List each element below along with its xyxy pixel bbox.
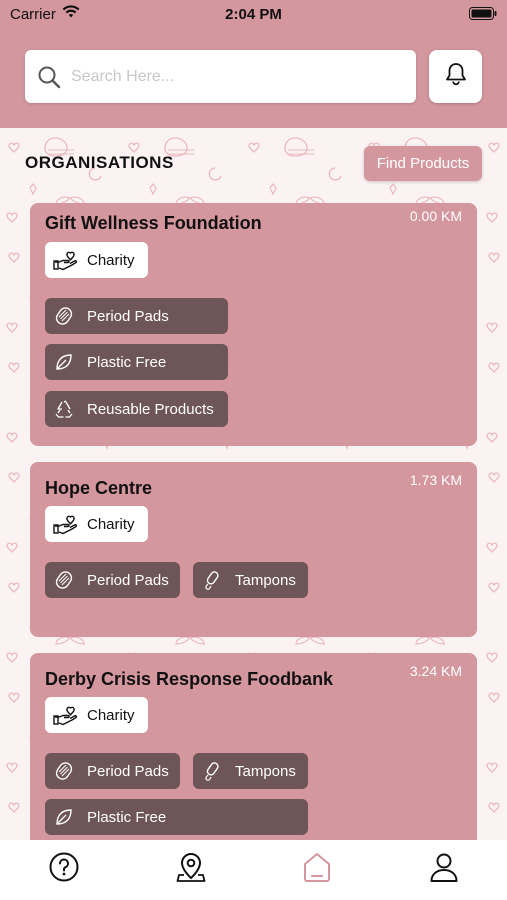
tag-tampons: Tampons <box>193 753 308 789</box>
tag-label: Period Pads <box>87 762 169 780</box>
org-type-label: Charity <box>87 251 135 269</box>
pad-icon <box>54 305 76 327</box>
tag-label: Plastic Free <box>87 353 167 371</box>
org-type-badge: Charity <box>45 242 148 278</box>
pad-icon <box>54 569 76 591</box>
tag-period-pads: Period Pads <box>45 562 180 598</box>
tag-label: Plastic Free <box>87 808 167 826</box>
tab-profile[interactable] <box>427 852 461 886</box>
heart-hand-icon <box>53 511 79 537</box>
tampon-icon <box>202 760 224 782</box>
tag-plastic-free: Plastic Free <box>45 344 228 380</box>
tag-plastic-free: Plastic Free <box>45 799 308 835</box>
pad-icon <box>54 760 76 782</box>
tab-help[interactable] <box>47 852 81 886</box>
org-distance: 0.00 KM <box>409 208 462 224</box>
tab-bar <box>0 840 507 900</box>
header <box>0 28 507 128</box>
tag-label: Tampons <box>235 571 296 589</box>
notifications-button[interactable] <box>429 50 482 103</box>
status-bar: Carrier 2:04 PM <box>0 0 507 28</box>
find-products-button[interactable]: Find Products <box>364 146 482 181</box>
org-name: Hope Centre <box>45 478 153 498</box>
tag-tampons: Tampons <box>193 562 308 598</box>
org-card[interactable]: Derby Crisis Response Foodbank 3.24 KM C… <box>30 653 477 843</box>
search-icon <box>37 64 63 90</box>
location-pin-icon <box>176 851 206 888</box>
home-icon <box>302 851 332 888</box>
org-name: Gift Wellness Foundation <box>45 213 262 233</box>
org-type-label: Charity <box>87 706 135 724</box>
org-distance: 3.24 KM <box>409 663 462 679</box>
org-type-label: Charity <box>87 515 135 533</box>
tag-label: Period Pads <box>87 571 169 589</box>
org-type-badge: Charity <box>45 697 148 733</box>
clock: 2:04 PM <box>225 6 282 23</box>
help-icon <box>48 851 80 888</box>
search-input[interactable] <box>69 66 393 87</box>
org-card[interactable]: Hope Centre 1.73 KM Charity Period Pads … <box>30 462 477 637</box>
tag-label: Reusable Products <box>87 400 214 418</box>
org-name: Derby Crisis Response Foodbank <box>45 669 334 689</box>
tab-home[interactable] <box>300 852 334 886</box>
section-title: ORGANISATIONS <box>25 153 174 172</box>
leaf-icon <box>54 351 76 373</box>
tag-label: Period Pads <box>87 307 169 325</box>
org-distance: 1.73 KM <box>409 472 462 488</box>
leaf-icon <box>54 806 76 828</box>
tab-map[interactable] <box>174 852 208 886</box>
tag-period-pads: Period Pads <box>45 298 228 334</box>
tag-reusable-products: Reusable Products <box>45 391 228 427</box>
tag-period-pads: Period Pads <box>45 753 180 789</box>
battery-icon <box>469 7 497 24</box>
tampon-icon <box>202 569 224 591</box>
tag-label: Tampons <box>235 762 296 780</box>
org-type-badge: Charity <box>45 506 148 542</box>
org-card[interactable]: Gift Wellness Foundation 0.00 KM Charity… <box>30 203 477 446</box>
search-box[interactable] <box>25 50 416 103</box>
recycle-icon <box>54 398 76 420</box>
heart-hand-icon <box>53 247 79 273</box>
profile-icon <box>429 851 459 888</box>
bell-icon <box>445 62 467 91</box>
heart-hand-icon <box>53 702 79 728</box>
